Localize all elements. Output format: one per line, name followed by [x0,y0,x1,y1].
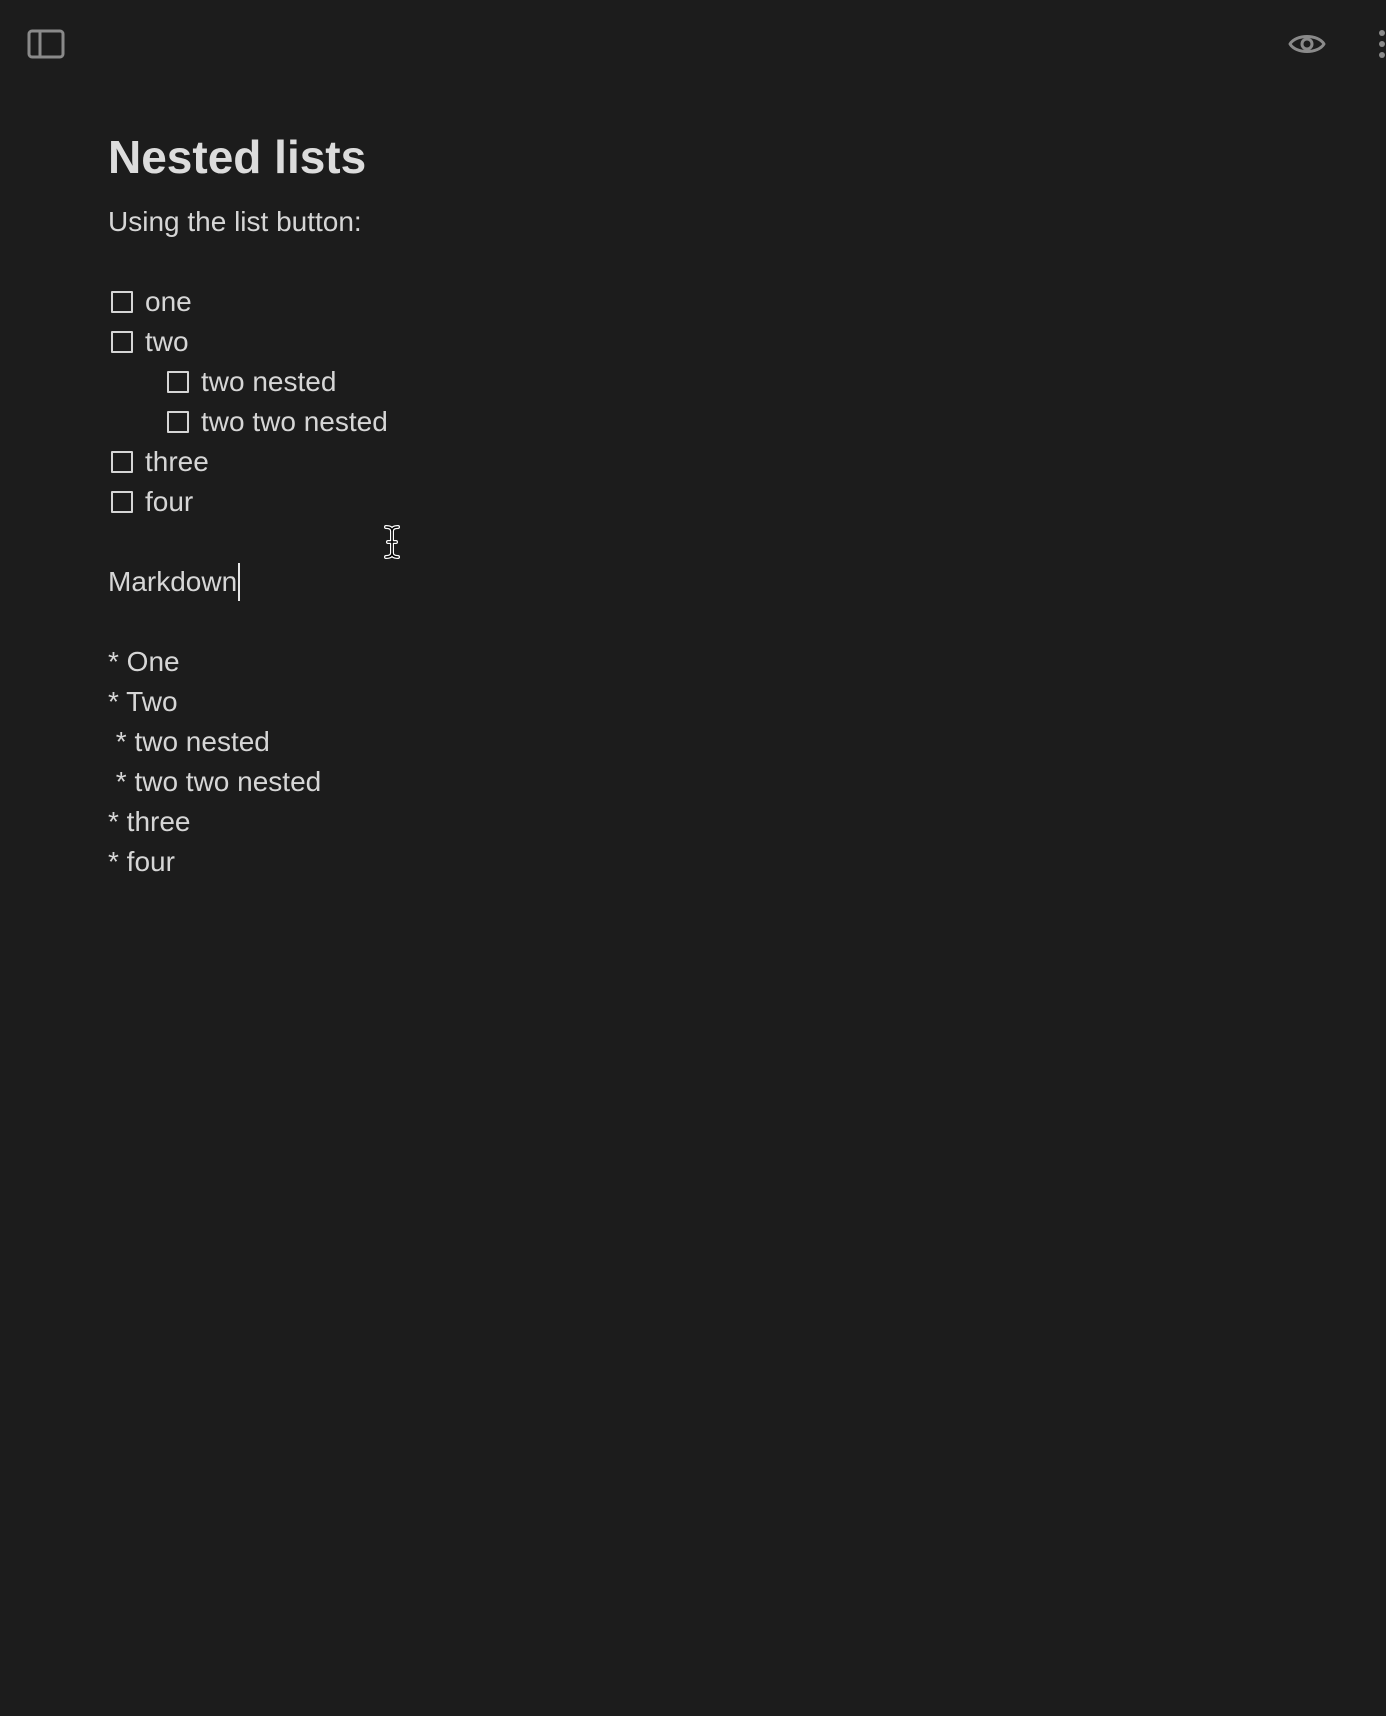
task-item[interactable]: three [108,442,1308,482]
markdown-list-line[interactable]: * four [108,842,1308,882]
mouse-ibeam-cursor-icon [384,525,400,559]
markdown-list-line[interactable]: * One [108,642,1308,682]
markdown-list-line[interactable]: * two nested [108,722,1308,762]
task-label: two two nested [201,406,388,437]
note-editor[interactable]: Nested lists Using the list button: one … [108,120,1308,882]
markdown-list-line[interactable]: * three [108,802,1308,842]
markdown-heading: Markdown [108,566,238,597]
task-label: four [145,486,194,517]
task-label: two [145,326,189,357]
preview-toggle-button[interactable] [1286,24,1328,64]
task-checkbox[interactable] [167,411,189,433]
markdown-heading-line[interactable]: Markdown [108,562,1308,602]
nested-task-item[interactable]: two two nested [108,402,1308,442]
task-label: one [145,286,192,317]
task-item[interactable]: one [108,282,1308,322]
task-checkbox[interactable] [111,451,133,473]
markdown-list-line[interactable]: * two two nested [108,762,1308,802]
intro-paragraph[interactable]: Using the list button: [108,202,1308,242]
note-title[interactable]: Nested lists [108,120,1308,194]
task-checkbox[interactable] [111,491,133,513]
sidebar-toggle-icon [27,29,65,59]
task-checkbox[interactable] [167,371,189,393]
top-toolbar [0,0,1386,90]
nested-task-item[interactable]: two nested [108,362,1308,402]
text-caret [238,563,241,601]
task-checkbox[interactable] [111,291,133,313]
more-options-icon [1379,30,1385,58]
task-label: three [145,446,209,477]
task-item[interactable]: four [108,482,1308,522]
task-label: two nested [201,366,337,397]
more-options-button[interactable] [1370,26,1386,62]
markdown-list-line[interactable]: * Two [108,682,1308,722]
task-item[interactable]: two [108,322,1308,362]
task-checkbox[interactable] [111,331,133,353]
eye-icon [1288,35,1326,53]
sidebar-toggle-button[interactable] [24,26,68,62]
